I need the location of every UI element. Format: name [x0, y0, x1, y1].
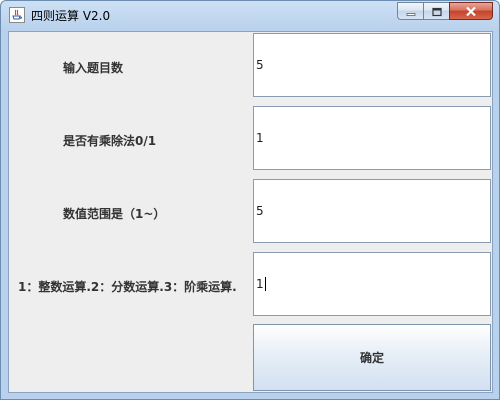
operation-type-input[interactable]: 1 — [253, 252, 491, 316]
question-count-input[interactable]: 5 — [253, 33, 491, 97]
minimize-button[interactable] — [397, 2, 423, 20]
question-count-value: 5 — [256, 58, 264, 72]
window-controls — [397, 2, 493, 21]
close-icon — [465, 2, 477, 21]
value-range-label: 数值范围是（1~） — [63, 207, 166, 221]
form-panel: 输入题目数 5 是否有乘除法0/1 1 数值范围是（1~） 5 1：整数运算.2… — [8, 31, 493, 393]
question-count-label: 输入题目数 — [63, 61, 124, 75]
close-button[interactable] — [449, 2, 493, 20]
title-bar[interactable]: 四则运算 V2.0 — [1, 1, 499, 29]
java-icon — [9, 7, 25, 23]
confirm-button[interactable]: 确定 — [253, 324, 491, 391]
window-title: 四则运算 V2.0 — [31, 9, 111, 23]
minimize-icon — [406, 2, 416, 21]
operation-type-label: 1：整数运算.2：分数运算.3：阶乘运算. — [18, 280, 237, 294]
multiply-divide-input[interactable]: 1 — [253, 106, 491, 170]
multiply-divide-label: 是否有乘除法0/1 — [63, 134, 157, 148]
multiply-divide-value: 1 — [256, 131, 264, 145]
maximize-button[interactable] — [423, 2, 449, 20]
value-range-value: 5 — [256, 204, 264, 218]
value-range-input[interactable]: 5 — [253, 179, 491, 243]
maximize-icon — [431, 2, 442, 21]
app-window: 四则运算 V2.0 输入题目数 5 是否有乘除法0/1 1 数值范围是（1~） … — [0, 0, 500, 400]
text-caret — [264, 277, 266, 291]
operation-type-value: 1 — [256, 277, 264, 291]
